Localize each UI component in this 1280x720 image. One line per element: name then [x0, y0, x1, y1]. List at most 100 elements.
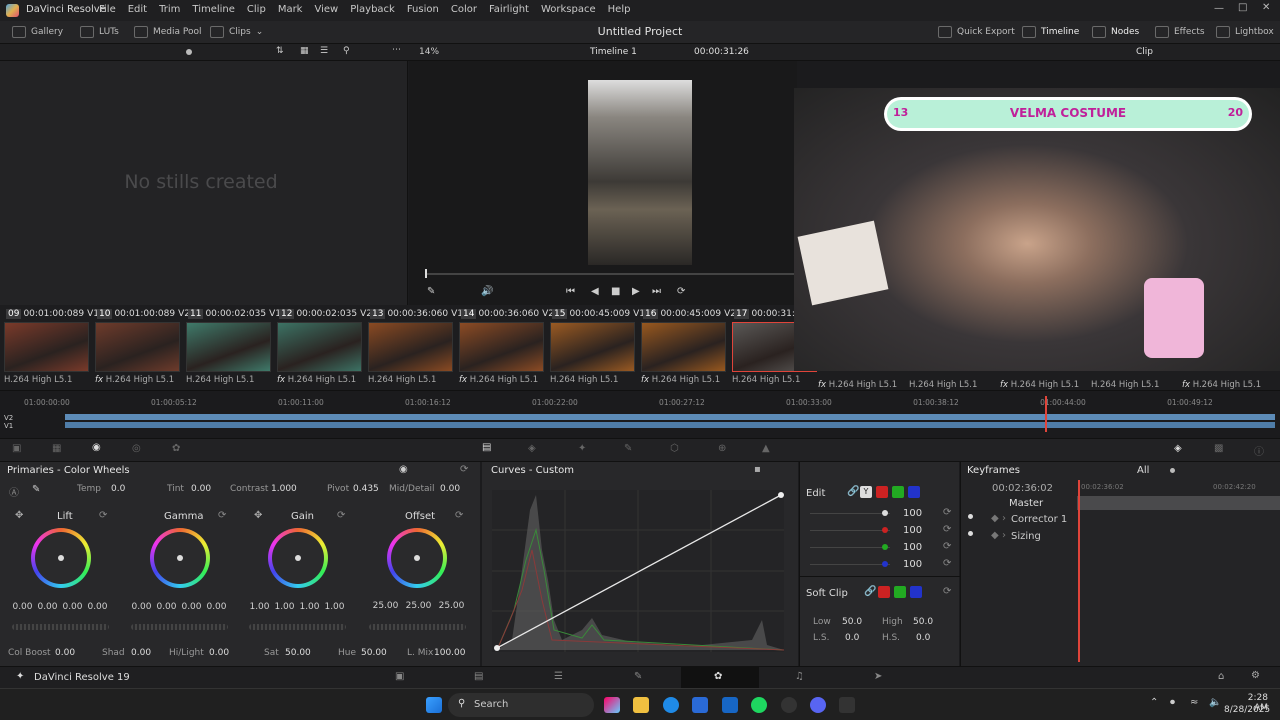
microphone-icon[interactable]: ⏺	[1170, 697, 1175, 708]
stop-icon[interactable]: ■	[611, 286, 620, 297]
maximize-icon[interactable]: □	[1238, 2, 1247, 13]
file-explorer-icon[interactable]	[633, 697, 649, 713]
col-boost-value[interactable]: 0.00	[55, 648, 75, 658]
offset-wheel[interactable]	[387, 528, 447, 588]
clip-image[interactable]	[277, 322, 362, 372]
gain-wheel-handle[interactable]	[295, 555, 301, 561]
picker-tool-icon[interactable]: ✎	[32, 484, 40, 495]
y-value[interactable]: 100	[903, 508, 922, 519]
minimize-icon[interactable]: —	[1214, 3, 1224, 14]
l-mix-value[interactable]: 100.00	[434, 648, 466, 658]
mini-timeline-playhead[interactable]	[1045, 396, 1048, 432]
sat-value[interactable]: 50.00	[285, 648, 311, 658]
edge-icon[interactable]	[663, 697, 679, 713]
media-page-icon[interactable]: ▣	[395, 671, 404, 682]
clip-thumbnail[interactable]: 12 00:00:02:035 V2 fx H.264 High L5.1	[273, 305, 372, 390]
track-v2-clips[interactable]	[65, 414, 1275, 420]
offset-reset-icon[interactable]: ⟳	[455, 510, 463, 521]
hs-value[interactable]: 0.0	[916, 633, 930, 643]
keyframes-playhead[interactable]	[1078, 480, 1080, 662]
menu-item-file[interactable]: File	[99, 4, 116, 15]
offset-values[interactable]: 25.00 25.00 25.00	[369, 601, 468, 611]
step-back-icon[interactable]: ◀	[591, 286, 599, 297]
y-slider-track[interactable]	[810, 513, 890, 514]
gamma-g[interactable]: 0.00	[179, 602, 204, 612]
lift-master-slider[interactable]	[12, 624, 109, 630]
gain-g[interactable]: 1.00	[297, 602, 322, 612]
clip-image[interactable]	[641, 322, 726, 372]
info-icon[interactable]: ⓘ	[1254, 443, 1264, 458]
eyedropper-icon[interactable]: ✎	[624, 443, 632, 454]
gamma-wheel[interactable]	[150, 528, 210, 588]
tint-value[interactable]: 0.00	[191, 484, 211, 494]
clip-image[interactable]	[368, 322, 453, 372]
settings-gear-icon[interactable]: ⚙	[1251, 670, 1260, 681]
color-match-icon[interactable]: ▦	[52, 443, 61, 454]
clip-image[interactable]	[95, 322, 180, 372]
speaker-icon[interactable]: 🔈	[1209, 697, 1221, 708]
clip-thumbnail[interactable]: 13 00:00:36:060 V1 H.264 High L5.1	[364, 305, 463, 390]
menu-item-mark[interactable]: Mark	[278, 4, 303, 15]
keyframes-icon[interactable]: ◈	[1174, 443, 1182, 454]
track-v1-clips[interactable]	[65, 422, 1275, 428]
qualifier-icon[interactable]: ✦	[578, 443, 586, 454]
clip-image[interactable]	[4, 322, 89, 372]
effects-button[interactable]: Effects	[1155, 26, 1205, 38]
discord-icon[interactable]	[810, 697, 826, 713]
b-slider-handle[interactable]	[882, 561, 888, 567]
zoom-select[interactable]: 14%	[419, 47, 439, 57]
g-slider-handle[interactable]	[882, 544, 888, 550]
b-value[interactable]: 100	[903, 559, 922, 570]
soft-clip-g-chip[interactable]	[894, 586, 906, 598]
resolve-taskbar-icon[interactable]	[839, 697, 855, 713]
auto-balance-icon[interactable]: Ⓐ	[9, 484, 19, 499]
offset-b[interactable]: 25.00	[435, 601, 468, 611]
master-track-bar[interactable]	[1077, 496, 1280, 510]
kf-row-sizing[interactable]: Sizing	[1011, 531, 1041, 542]
r-slider-handle[interactable]	[882, 527, 888, 533]
fairlight-page-icon[interactable]: ♫	[795, 671, 804, 682]
color-warper-icon[interactable]: ◈	[528, 443, 536, 454]
gamma-y[interactable]: 0.00	[129, 602, 154, 612]
lift-g[interactable]: 0.00	[60, 602, 85, 612]
menu-item-playback[interactable]: Playback	[350, 4, 395, 15]
low-value[interactable]: 50.0	[842, 617, 862, 627]
gain-wheel[interactable]	[268, 528, 328, 588]
menu-item-trim[interactable]: Trim	[159, 4, 180, 15]
offset-r[interactable]: 25.00	[369, 601, 402, 611]
clip-image[interactable]	[550, 322, 635, 372]
curve-point-start[interactable]	[494, 645, 500, 651]
volume-icon[interactable]: 🔊	[481, 286, 493, 297]
lift-wheel[interactable]	[31, 528, 91, 588]
lift-values[interactable]: 0.00 0.00 0.00 0.00	[10, 601, 110, 612]
gamma-b[interactable]: 0.00	[204, 602, 229, 612]
taskbar-search-box[interactable]: ⚲ Search	[448, 693, 594, 717]
viewer-scrubber[interactable]	[425, 273, 797, 275]
menu-item-help[interactable]: Help	[608, 4, 631, 15]
spotify-icon[interactable]	[751, 697, 767, 713]
b-reset-icon[interactable]: ⟳	[943, 558, 951, 569]
g-reset-icon[interactable]: ⟳	[943, 541, 951, 552]
color-page-icon[interactable]: ✿	[714, 671, 722, 682]
sort-icon[interactable]: ⇅	[276, 46, 284, 56]
clip-image[interactable]	[459, 322, 544, 372]
slider-handle[interactable]	[186, 49, 192, 55]
lift-y[interactable]: 0.00	[10, 602, 35, 612]
soft-clip-r-chip[interactable]	[878, 586, 890, 598]
lift-reset-icon[interactable]: ⟳	[99, 510, 107, 521]
reset-all-icon[interactable]: ⟳	[460, 464, 468, 475]
sizing-chevron-icon[interactable]: ›	[1002, 530, 1006, 541]
menu-item-fusion[interactable]: Fusion	[407, 4, 439, 15]
curves-graph[interactable]	[492, 490, 784, 652]
skip-forward-icon[interactable]: ⏭	[652, 286, 661, 297]
gain-y[interactable]: 1.00	[247, 602, 272, 612]
loop-icon[interactable]: ⟳	[677, 286, 685, 297]
cut-page-icon[interactable]: ▤	[474, 671, 483, 682]
kf-row-corrector[interactable]: Corrector 1	[1011, 514, 1067, 525]
keyframes-zoom-handle[interactable]	[1170, 468, 1175, 473]
gamma-reset-icon[interactable]: ⟳	[218, 510, 226, 521]
lift-b[interactable]: 0.00	[85, 602, 110, 612]
windows-start-icon[interactable]	[426, 697, 442, 713]
offset-master-slider[interactable]	[369, 624, 466, 630]
menu-item-color[interactable]: Color	[451, 4, 477, 15]
